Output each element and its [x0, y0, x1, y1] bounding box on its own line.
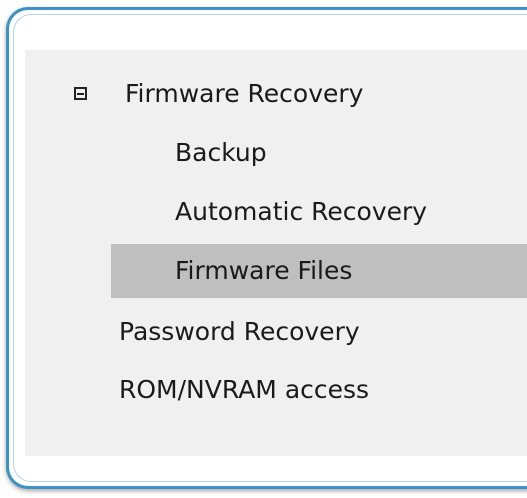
tree-item-password-recovery[interactable]: Password Recovery — [119, 305, 360, 359]
tree-item-firmware-recovery[interactable]: Firmware Recovery — [125, 67, 363, 121]
collapse-minus-icon[interactable] — [74, 87, 87, 100]
tree-item-automatic-recovery[interactable]: Automatic Recovery — [175, 185, 427, 239]
navigation-tree: Firmware Recovery Backup Automatic Recov… — [25, 50, 527, 456]
tree-item-rom-nvram-access[interactable]: ROM/NVRAM access — [119, 363, 369, 417]
tree-item-firmware-files[interactable]: Firmware Files — [111, 244, 527, 298]
tree-item-backup[interactable]: Backup — [175, 126, 267, 180]
navigation-frame: Firmware Recovery Backup Automatic Recov… — [6, 7, 527, 489]
